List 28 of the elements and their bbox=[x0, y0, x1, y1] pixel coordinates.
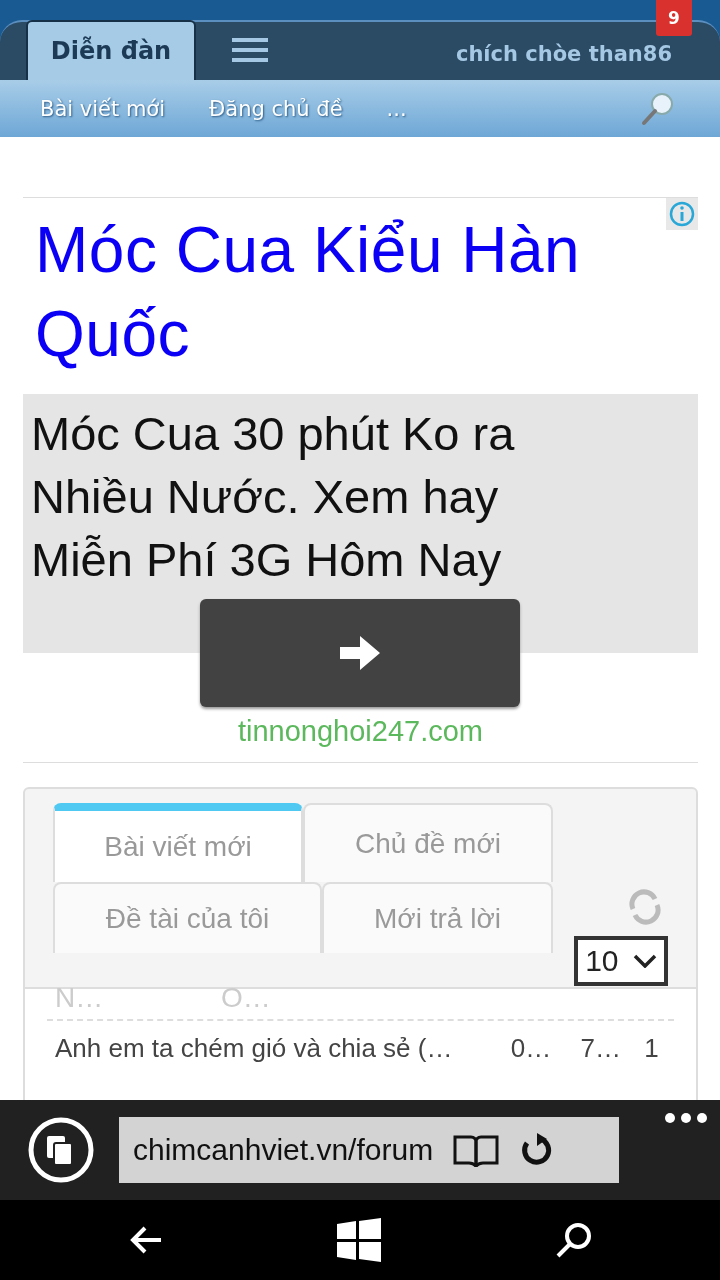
widget-tab[interactable]: Mới trả lời bbox=[322, 882, 553, 953]
search-icon[interactable] bbox=[555, 1221, 593, 1259]
more-icon[interactable] bbox=[664, 1112, 708, 1124]
page-size-select[interactable]: 10 bbox=[574, 936, 668, 986]
arrow-icon bbox=[340, 636, 380, 670]
ad-text: Móc Cua 30 phút Ko ra Nhiều Nước. Xem hay Miễn Phí 3G Hôm Nay bbox=[31, 406, 516, 588]
ad-title[interactable]: Móc Cua Kiểu Hàn Quốc bbox=[23, 198, 698, 394]
windows-icon[interactable] bbox=[337, 1218, 381, 1262]
notification-badge: 9 bbox=[656, 0, 692, 36]
nav-link[interactable]: Bài viết mới bbox=[40, 96, 165, 121]
widget-tab[interactable]: Bài viết mới bbox=[53, 803, 303, 882]
menu-icon[interactable] bbox=[232, 38, 268, 62]
reload-icon[interactable] bbox=[519, 1133, 554, 1167]
widget-tab[interactable]: Đề tài của tôi bbox=[53, 882, 322, 953]
table-cell-text: 0… bbox=[510, 1032, 553, 1064]
thread-link[interactable]: Anh em ta chém gió và chia sẻ (… bbox=[55, 1032, 511, 1064]
book-icon[interactable] bbox=[453, 1133, 500, 1167]
ad-domain[interactable]: tinnonghoi247.com bbox=[23, 707, 698, 762]
widget-tab[interactable]: Chủ đề mới bbox=[303, 803, 553, 882]
table-cell-text: 1 bbox=[644, 1032, 660, 1064]
nav-link[interactable]: ... bbox=[386, 96, 407, 121]
forum-tab[interactable]: Diễn đàn bbox=[26, 20, 196, 80]
nav-link[interactable]: Đăng chủ đề bbox=[209, 96, 343, 121]
address-bar[interactable]: chimcanhviet.vn/forum bbox=[119, 1117, 619, 1183]
username[interactable]: chích chòe than86 bbox=[455, 42, 672, 66]
chevron-icon bbox=[632, 954, 657, 968]
tabs-icon[interactable] bbox=[27, 1116, 95, 1184]
table-cell-text: 7… bbox=[580, 1032, 622, 1064]
